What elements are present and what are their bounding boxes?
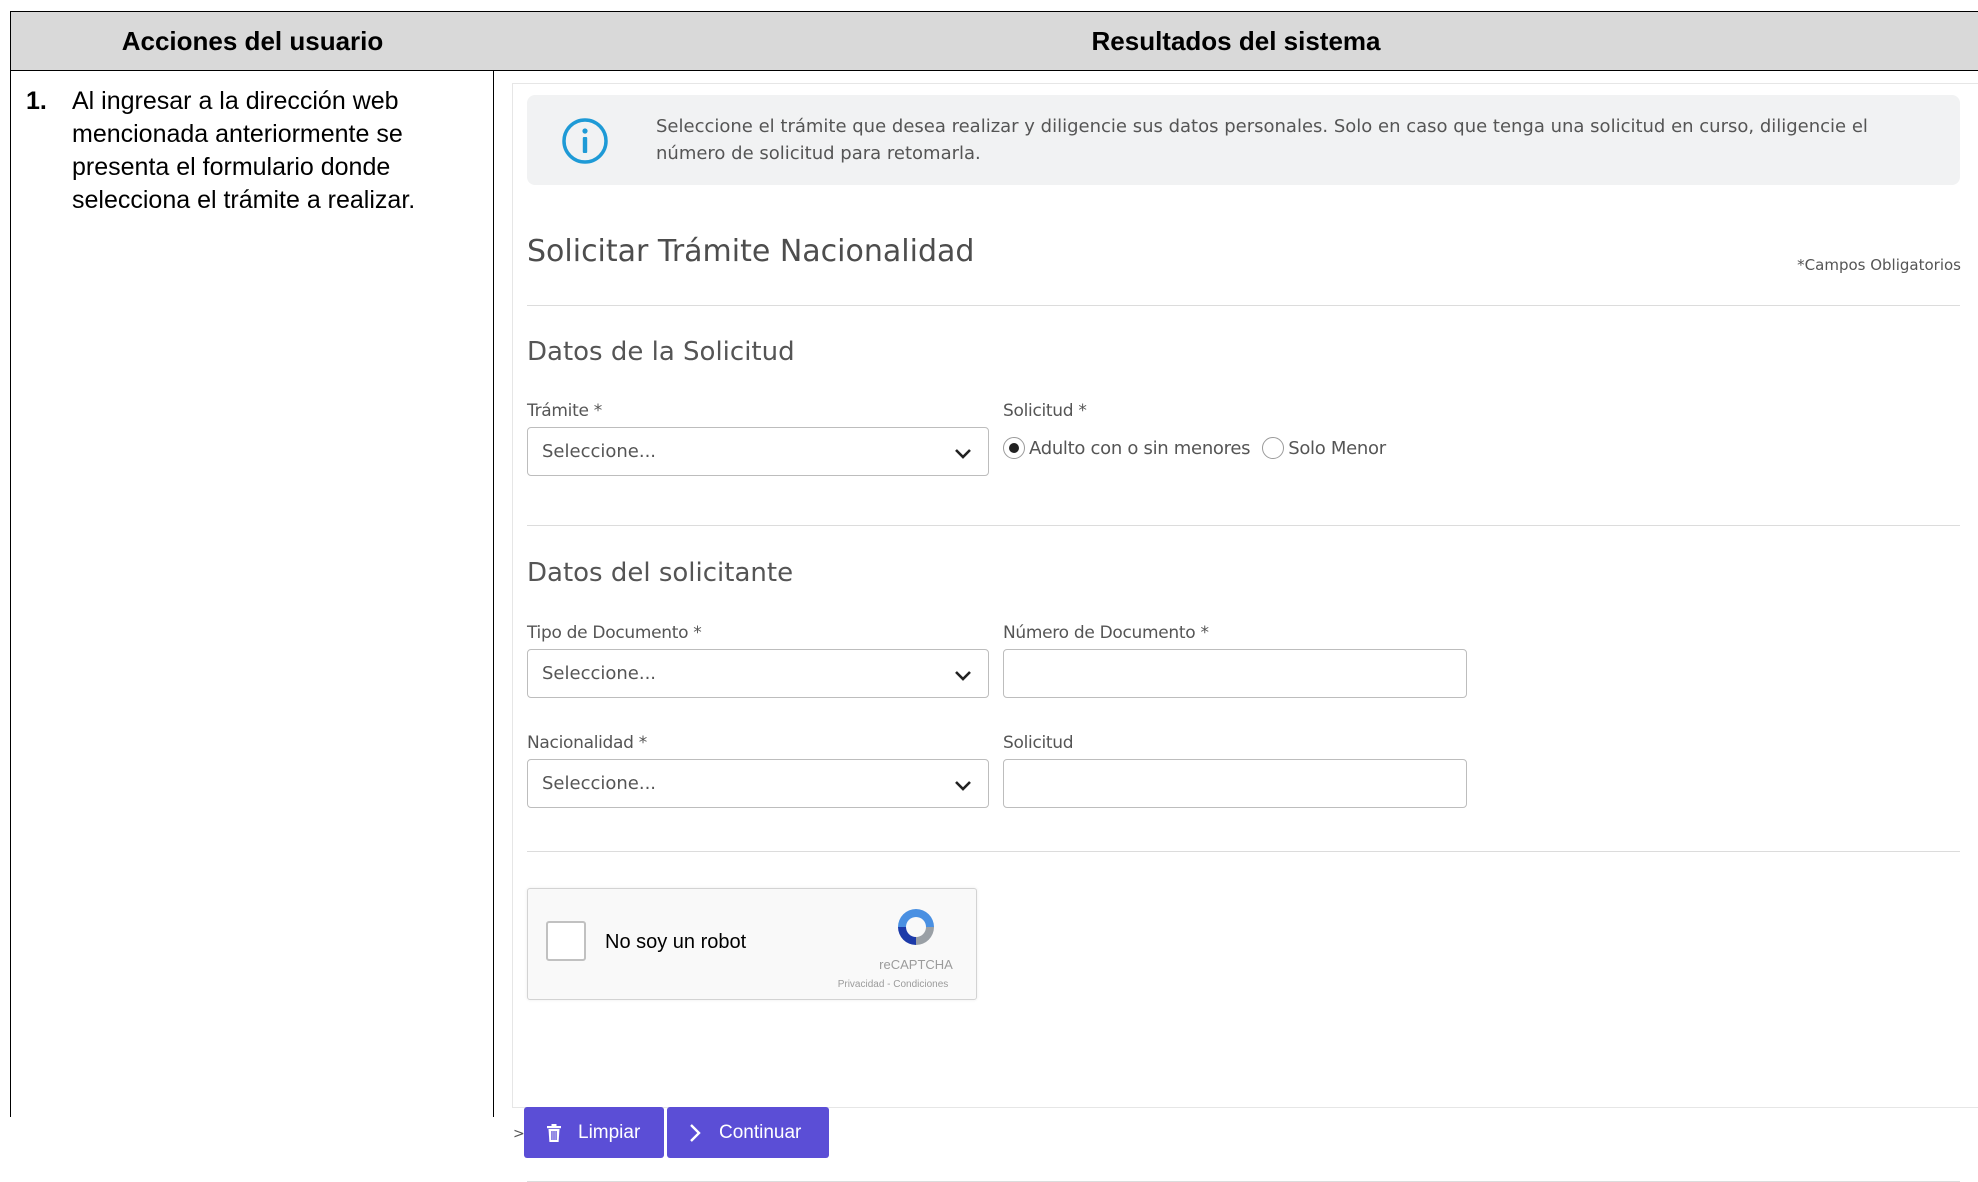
tramite-select-value: Seleccione... xyxy=(542,441,657,462)
radio-solo-menor-label: Solo Menor xyxy=(1288,437,1386,459)
request-number-input[interactable] xyxy=(1003,759,1467,808)
info-icon xyxy=(562,118,608,164)
recaptcha-checkbox[interactable] xyxy=(546,921,586,961)
chevron-right-icon xyxy=(690,1123,701,1142)
nationality-select-value: Seleccione... xyxy=(542,773,657,794)
recaptcha-links[interactable]: Privacidad - Condiciones xyxy=(818,979,968,990)
doc-type-select[interactable]: Seleccione... xyxy=(527,649,989,698)
recaptcha-logo-icon xyxy=(898,909,934,945)
radio-solo-menor[interactable] xyxy=(1262,437,1285,459)
continue-button-label: Continuar xyxy=(719,1121,802,1143)
tramite-label: Trámite * xyxy=(527,401,602,421)
form-title: Solicitar Trámite Nacionalidad xyxy=(527,234,975,269)
table-column-divider xyxy=(493,12,494,1117)
recaptcha-brand: reCAPTCHA xyxy=(879,957,953,972)
doc-type-select-value: Seleccione... xyxy=(542,663,657,684)
radio-adulto-label: Adulto con o sin menores xyxy=(1029,437,1251,459)
divider xyxy=(527,851,1960,852)
required-fields-note: *Campos Obligatorios xyxy=(1797,256,1961,274)
nationality-label: Nacionalidad * xyxy=(527,733,647,753)
clear-button-label: Limpiar xyxy=(578,1121,641,1143)
table-border-left xyxy=(10,12,11,1117)
prefix-mark: > xyxy=(513,1126,525,1142)
clear-button[interactable]: Limpiar xyxy=(524,1107,664,1158)
header-user-actions: Acciones del usuario xyxy=(10,12,495,71)
info-alert: Seleccione el trámite que desea realizar… xyxy=(527,95,1960,185)
recaptcha-label: No soy un robot xyxy=(605,931,747,953)
solicitud-label: Solicitud * xyxy=(1003,401,1087,421)
solicitud-radio-group: Adulto con o sin menores Solo Menor xyxy=(1003,435,1398,461)
request-number-label: Solicitud xyxy=(1003,733,1074,753)
doc-number-input[interactable] xyxy=(1003,649,1467,698)
divider xyxy=(527,525,1960,526)
continue-button[interactable]: Continuar xyxy=(667,1107,829,1158)
doc-number-label: Número de Documento * xyxy=(1003,623,1209,643)
trash-icon xyxy=(547,1123,561,1142)
nationality-select[interactable]: Seleccione... xyxy=(527,759,989,808)
recaptcha-widget: No soy un robot reCAPTCHA Privacidad - C… xyxy=(527,888,977,1000)
section-title-request: Datos de la Solicitud xyxy=(527,337,795,367)
divider xyxy=(527,305,1960,306)
step-number: 1. xyxy=(26,87,47,115)
chevron-down-icon xyxy=(955,449,971,459)
chevron-down-icon xyxy=(955,671,971,681)
form-screenshot-panel: Seleccione el trámite que desea realizar… xyxy=(512,83,1978,1182)
tramite-select[interactable]: Seleccione... xyxy=(527,427,989,476)
header-system-results: Resultados del sistema xyxy=(494,12,1978,71)
radio-adulto[interactable] xyxy=(1003,437,1025,459)
info-text: Seleccione el trámite que desea realizar… xyxy=(656,116,1868,164)
doc-type-label: Tipo de Documento * xyxy=(527,623,702,643)
step-description: Al ingresar a la dirección web mencionad… xyxy=(72,87,416,214)
section-title-applicant: Datos del solicitante xyxy=(527,558,794,588)
chevron-down-icon xyxy=(955,781,971,791)
